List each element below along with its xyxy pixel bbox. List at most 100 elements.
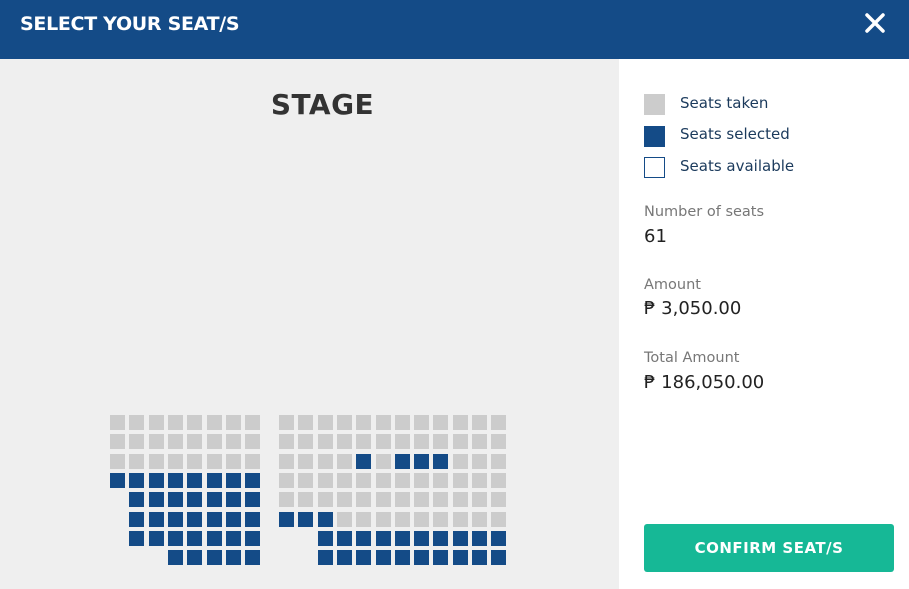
seat-left-r5-c7[interactable] [225,492,241,508]
seat-left-r4-c6[interactable] [206,472,222,488]
seat-right-r8-c5[interactable] [356,550,372,566]
seat-left-r5-c6[interactable] [206,492,222,508]
seat-left-r4-c5[interactable] [187,472,203,488]
seat-right-r8-c8[interactable] [414,550,430,566]
seat-right-r6-c5[interactable] [356,511,372,527]
seat-left-r8-c4[interactable] [167,550,183,566]
seat-right-r2-c8[interactable] [414,434,430,450]
seat-right-r1-c1[interactable] [279,415,294,430]
seat-right-r6-c1[interactable] [279,511,294,527]
seat-left-r2-c5[interactable] [187,434,203,450]
seat-right-r5-c9[interactable] [433,492,449,508]
seat-left-r8-c7[interactable] [225,550,241,566]
seat-left-r3-c6[interactable] [206,453,222,469]
seat-right-r2-c2[interactable] [298,434,314,450]
seat-left-r7-c2[interactable] [129,530,145,546]
seat-right-r6-c2[interactable] [298,511,314,527]
seat-right-r7-c11[interactable] [472,530,487,546]
seat-right-r6-c3[interactable] [317,511,333,527]
seat-left-r7-c8[interactable] [245,530,261,546]
seat-right-r7-c9[interactable] [433,530,449,546]
seat-right-r3-c6[interactable] [375,453,391,469]
seat-left-r3-c3[interactable] [148,453,164,469]
seat-right-r4-c1[interactable] [279,472,294,488]
seat-left-r3-c8[interactable] [245,453,261,469]
seat-left-r7-c3[interactable] [148,530,164,546]
seat-right-r4-c6[interactable] [375,472,391,488]
seat-right-r7-c3[interactable] [317,530,333,546]
seat-right-r5-c12[interactable] [491,492,507,508]
seat-left-r6-c7[interactable] [225,511,241,527]
seat-left-r1-c8[interactable] [245,415,261,430]
seat-left-r3-c4[interactable] [167,453,183,469]
seat-right-r5-c5[interactable] [356,492,372,508]
seat-left-r2-c6[interactable] [206,434,222,450]
seat-right-r5-c8[interactable] [414,492,430,508]
seat-right-r7-c12[interactable] [491,530,507,546]
seat-right-r2-c10[interactable] [452,434,468,450]
seat-left-r8-c6[interactable] [206,550,222,566]
seat-right-r8-c10[interactable] [452,550,468,566]
seat-right-r1-c6[interactable] [375,415,391,430]
seat-left-r8-c8[interactable] [245,550,261,566]
seat-right-r2-c3[interactable] [317,434,333,450]
seat-left-r5-c4[interactable] [167,492,183,508]
seat-right-r4-c8[interactable] [414,472,430,488]
seat-left-r6-c8[interactable] [245,511,261,527]
seat-right-r5-c4[interactable] [336,492,352,508]
seat-left-r4-c2[interactable] [129,472,145,488]
seat-left-r1-c7[interactable] [225,415,241,430]
seat-right-r1-c3[interactable] [317,415,333,430]
seat-left-r3-c1[interactable] [110,453,125,469]
seat-right-r5-c3[interactable] [317,492,333,508]
seat-right-r2-c7[interactable] [394,434,410,450]
seat-left-r7-c7[interactable] [225,530,241,546]
seat-right-r6-c4[interactable] [336,511,352,527]
seat-left-r5-c3[interactable] [148,492,164,508]
seat-right-r6-c11[interactable] [472,511,487,527]
seat-right-r8-c6[interactable] [375,550,391,566]
confirm-seats-button[interactable]: CONFIRM SEAT/S [644,524,894,572]
seat-left-r5-c8[interactable] [245,492,261,508]
seat-right-r2-c5[interactable] [356,434,372,450]
seat-right-r4-c12[interactable] [491,472,507,488]
seat-right-r6-c8[interactable] [414,511,430,527]
seat-right-r4-c9[interactable] [433,472,449,488]
seat-right-r8-c9[interactable] [433,550,449,566]
seat-right-r2-c11[interactable] [472,434,487,450]
seat-right-r3-c7[interactable] [394,453,410,469]
seat-right-r7-c7[interactable] [394,530,410,546]
seat-right-r7-c6[interactable] [375,530,391,546]
seat-right-r3-c4[interactable] [336,453,352,469]
seat-left-r4-c3[interactable] [148,472,164,488]
seat-right-r6-c7[interactable] [394,511,410,527]
seat-right-r6-c6[interactable] [375,511,391,527]
seat-left-r6-c4[interactable] [167,511,183,527]
seat-right-r7-c4[interactable] [336,530,352,546]
seat-right-r7-c5[interactable] [356,530,372,546]
seat-left-r1-c6[interactable] [206,415,222,430]
seat-left-r1-c2[interactable] [129,415,145,430]
seat-left-r2-c4[interactable] [167,434,183,450]
seat-right-r8-c11[interactable] [472,550,487,566]
seat-left-r5-c5[interactable] [187,492,203,508]
seat-right-r3-c3[interactable] [317,453,333,469]
seat-right-r1-c8[interactable] [414,415,430,430]
seat-left-r6-c2[interactable] [129,511,145,527]
seat-right-r5-c2[interactable] [298,492,314,508]
seat-left-r2-c7[interactable] [225,434,241,450]
seat-left-r1-c5[interactable] [187,415,203,430]
seat-right-r3-c2[interactable] [298,453,314,469]
seat-left-r7-c6[interactable] [206,530,222,546]
seat-right-r1-c4[interactable] [336,415,352,430]
seat-right-r4-c3[interactable] [317,472,333,488]
seat-left-r8-c5[interactable] [187,550,203,566]
seat-right-r7-c10[interactable] [452,530,468,546]
seat-left-r1-c1[interactable] [110,415,125,430]
seat-right-r6-c12[interactable] [491,511,507,527]
seat-right-r5-c10[interactable] [452,492,468,508]
seat-left-r3-c7[interactable] [225,453,241,469]
seat-left-r7-c5[interactable] [187,530,203,546]
seat-right-r5-c6[interactable] [375,492,391,508]
seat-left-r4-c1[interactable] [110,472,125,488]
